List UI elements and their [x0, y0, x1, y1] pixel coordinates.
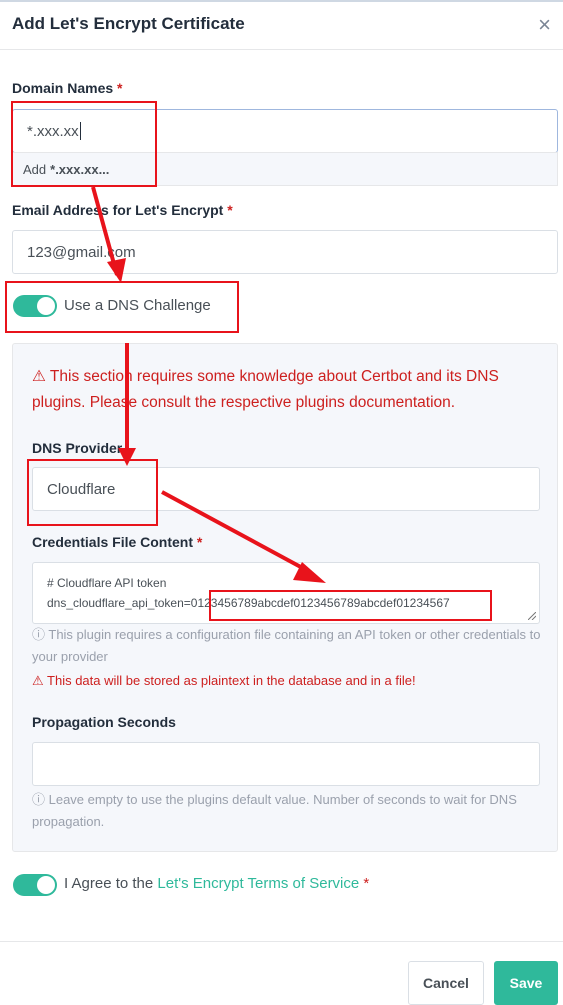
credentials-line-comment: # Cloudflare API token	[47, 576, 167, 590]
plaintext-warning: ⚠ This data will be stored as plaintext …	[32, 673, 416, 688]
credentials-line-token: dns_cloudflare_api_token=0123456789abcde…	[47, 596, 450, 610]
email-input[interactable]: 123@gmail.com	[12, 230, 558, 274]
credentials-label: Credentials File Content *	[32, 534, 203, 550]
resize-handle-icon[interactable]	[528, 612, 536, 620]
dns-challenge-toggle[interactable]	[13, 295, 57, 317]
toggle-knob	[37, 297, 55, 315]
credentials-help-text: ⓘ This plugin requires a configuration f…	[32, 627, 541, 664]
dns-provider-value: Cloudflare	[47, 480, 116, 498]
toggle-knob	[37, 876, 55, 894]
domain-suggestion-option[interactable]: Add *.xxx.xx...	[12, 152, 558, 186]
domain-names-label: Domain Names *	[12, 80, 123, 96]
credentials-textarea[interactable]: # Cloudflare API token dns_cloudflare_ap…	[32, 562, 540, 624]
close-icon[interactable]: ×	[538, 12, 551, 38]
save-button[interactable]: Save	[494, 961, 558, 1005]
required-marker: *	[363, 875, 370, 892]
required-marker: *	[117, 80, 123, 96]
agree-tos-label: I Agree to the Let's Encrypt Terms of Se…	[64, 875, 370, 892]
domain-names-input[interactable]: *.xxx.xx	[12, 109, 558, 153]
tos-link[interactable]: Let's Encrypt Terms of Service	[157, 875, 359, 892]
required-marker: *	[196, 534, 203, 550]
credentials-token-value: 0123456789abcdef0123456789abcdef01234567	[190, 596, 450, 610]
dns-provider-select[interactable]: Cloudflare	[32, 467, 540, 511]
modal-title: Add Let's Encrypt Certificate	[12, 14, 245, 33]
propagation-seconds-label: Propagation Seconds	[32, 714, 176, 730]
agree-tos-toggle[interactable]	[13, 874, 57, 896]
email-label: Email Address for Let's Encrypt *	[12, 202, 233, 218]
dns-provider-label: DNS Provider	[32, 440, 123, 456]
propagation-seconds-input[interactable]	[32, 742, 540, 786]
dns-knowledge-warning: ⚠ This section requires some knowledge a…	[32, 368, 499, 411]
dns-challenge-label[interactable]: Use a DNS Challenge	[64, 297, 211, 314]
modal-header: Add Let's Encrypt Certificate ×	[0, 0, 563, 50]
email-value: 123@gmail.com	[27, 243, 136, 261]
domain-names-value: *.xxx.xx	[27, 122, 79, 140]
text-cursor	[79, 122, 81, 140]
propagation-help-text: ⓘ Leave empty to use the plugins default…	[32, 792, 517, 829]
required-marker: *	[227, 202, 233, 218]
cancel-button[interactable]: Cancel	[408, 961, 484, 1005]
